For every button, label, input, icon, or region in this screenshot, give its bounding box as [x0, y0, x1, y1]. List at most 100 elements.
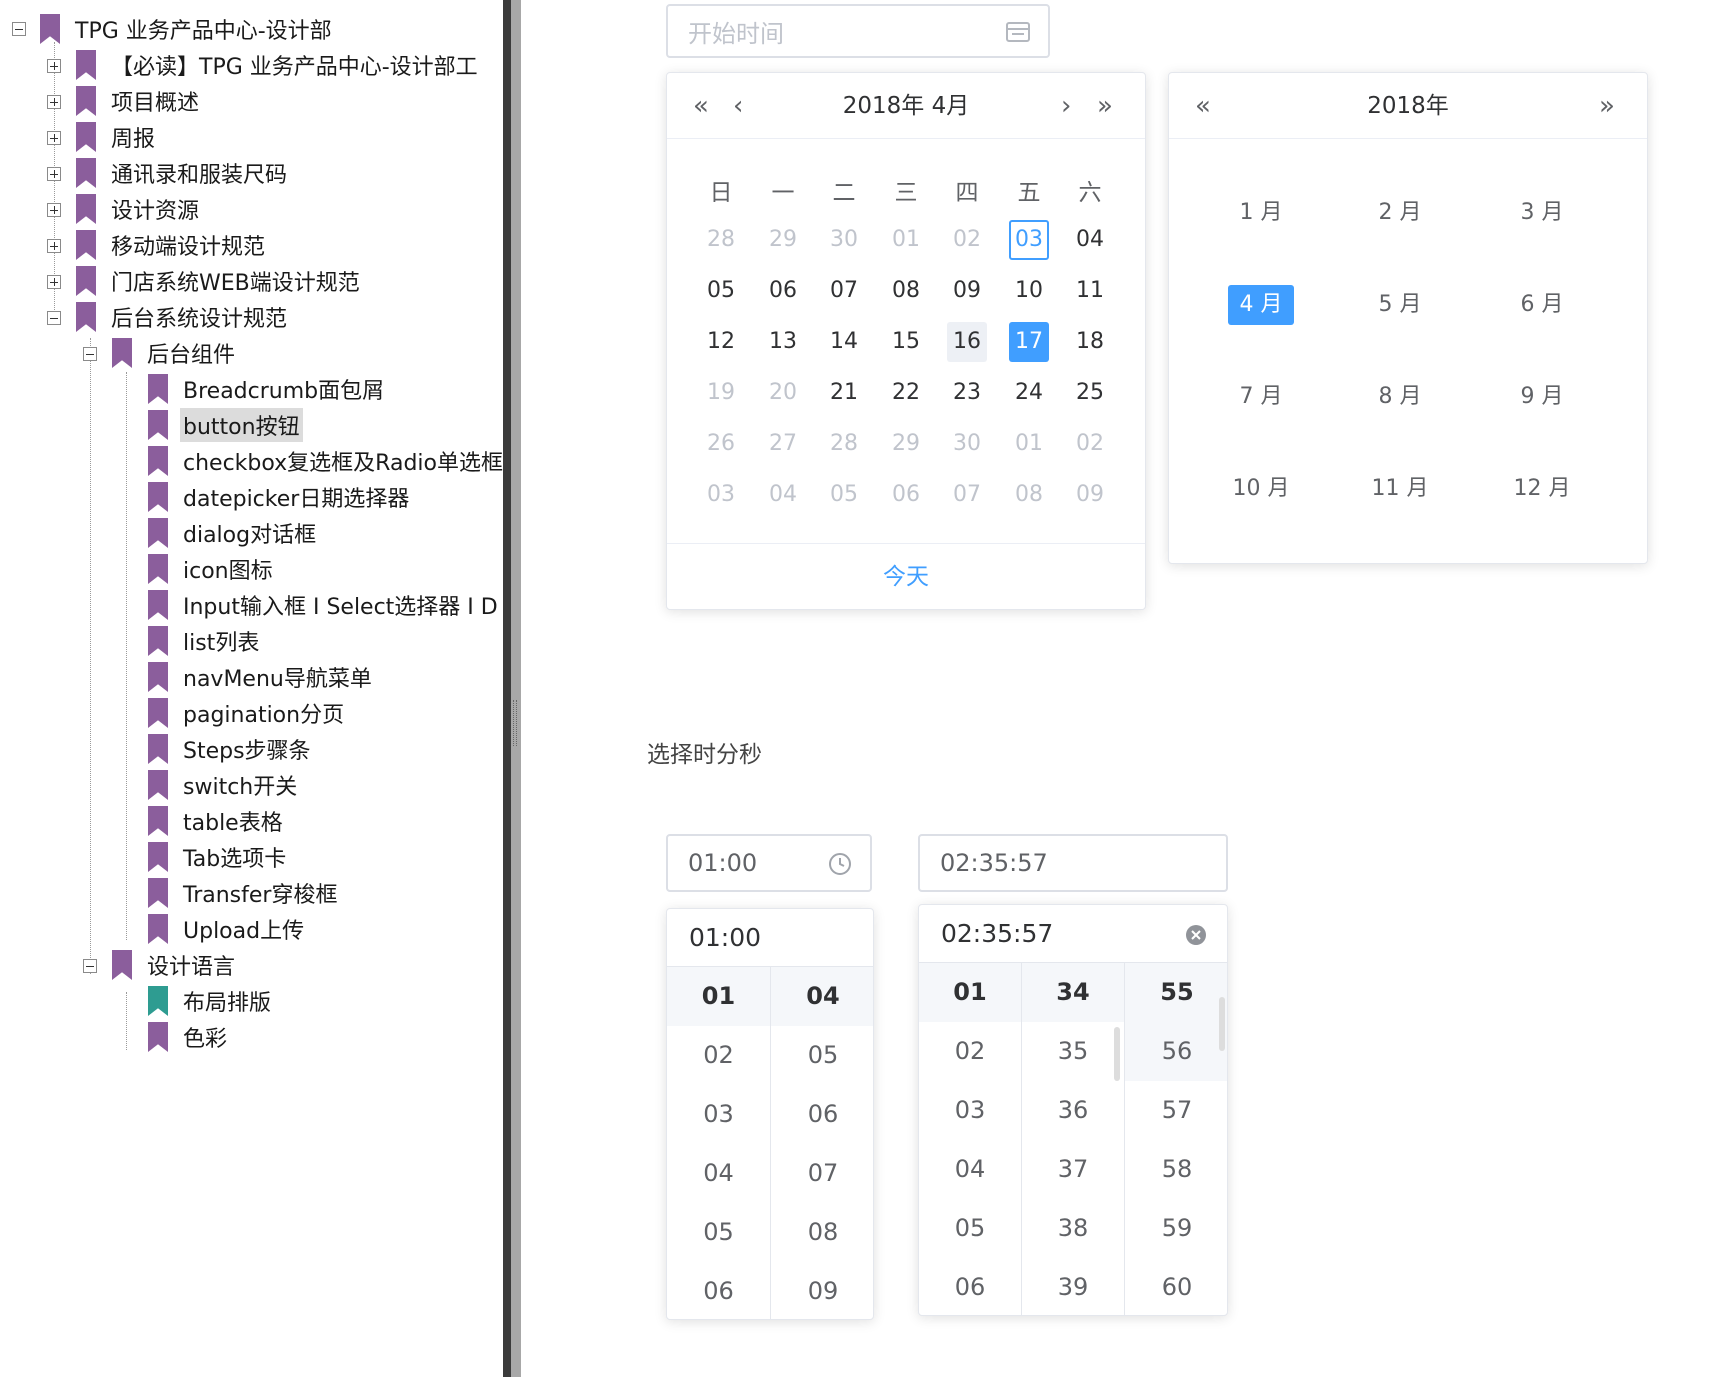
calendar-day[interactable]: 19: [701, 373, 741, 413]
tree-leaf[interactable]: Breadcrumb面包屑: [148, 372, 387, 406]
calendar-day[interactable]: 27: [763, 424, 803, 464]
calendar-day[interactable]: 25: [1070, 373, 1110, 413]
hour-option[interactable]: 05: [919, 1199, 1021, 1258]
hour-option[interactable]: 06: [919, 1258, 1021, 1315]
minute-option[interactable]: 37: [1022, 1140, 1124, 1199]
tree-leaf[interactable]: datepicker日期选择器: [148, 480, 412, 514]
calendar-day[interactable]: 29: [763, 220, 803, 260]
tree-node[interactable]: 周报: [76, 120, 158, 154]
tree-node-group[interactable]: 后台组件: [112, 336, 238, 370]
hour-option-selected[interactable]: 01: [919, 963, 1021, 1022]
calendar-day[interactable]: 12: [701, 322, 741, 362]
minute-option[interactable]: 09: [771, 1262, 873, 1319]
hour-option[interactable]: 06: [667, 1262, 770, 1319]
month-cell[interactable]: 9 月: [1509, 377, 1575, 417]
second-option-selected[interactable]: 55: [1125, 963, 1227, 1022]
hour-option-selected[interactable]: 01: [667, 967, 770, 1026]
next-year-icon[interactable]: »: [1599, 91, 1615, 121]
month-cell[interactable]: 10 月: [1228, 469, 1294, 509]
hour-option[interactable]: 04: [667, 1144, 770, 1203]
tree-leaf-selected[interactable]: button按钮: [148, 408, 303, 442]
tree-node[interactable]: 通讯录和服装尺码: [76, 156, 290, 190]
tree-leaf[interactable]: Input输入框 I Select选择器 I D: [148, 588, 501, 622]
month-cell[interactable]: 6 月: [1509, 285, 1575, 325]
collapse-toggle[interactable]: [83, 959, 97, 973]
minute-option-selected[interactable]: 04: [771, 967, 873, 1026]
expand-toggle[interactable]: [47, 95, 61, 109]
calendar-day[interactable]: 04: [1070, 220, 1110, 260]
minute-option[interactable]: 39: [1022, 1258, 1124, 1315]
tree-node[interactable]: 设计资源: [76, 192, 202, 226]
calendar-day[interactable]: 09: [1070, 475, 1110, 515]
today-button[interactable]: 今天: [667, 543, 1145, 609]
pane-splitter[interactable]: [503, 0, 511, 1377]
calendar-day[interactable]: 11: [1070, 271, 1110, 311]
calendar-day[interactable]: 28: [824, 424, 864, 464]
tree-node[interactable]: 移动端设计规范: [76, 228, 268, 262]
tree-leaf[interactable]: icon图标: [148, 552, 276, 586]
minute-option[interactable]: 07: [771, 1144, 873, 1203]
calendar-day[interactable]: 29: [886, 424, 926, 464]
calendar-day[interactable]: 20: [763, 373, 803, 413]
second-option[interactable]: 57: [1125, 1081, 1227, 1140]
tree-leaf[interactable]: switch开关: [148, 768, 300, 802]
minute-option[interactable]: 35: [1022, 1022, 1124, 1081]
collapse-toggle[interactable]: [12, 22, 26, 36]
calendar-day[interactable]: 03: [701, 475, 741, 515]
calendar-day[interactable]: 06: [886, 475, 926, 515]
tree-node[interactable]: 后台系统设计规范: [76, 300, 290, 334]
tree-leaf[interactable]: Tab选项卡: [148, 840, 289, 874]
month-cell[interactable]: 5 月: [1367, 285, 1433, 325]
calendar-day[interactable]: 14: [824, 322, 864, 362]
calendar-day[interactable]: 01: [886, 220, 926, 260]
calendar-day[interactable]: 21: [824, 373, 864, 413]
calendar-day-hovered[interactable]: 16: [947, 322, 987, 362]
hour-option[interactable]: 04: [919, 1140, 1021, 1199]
time-input-hms[interactable]: 02:35:57: [918, 834, 1228, 892]
pane-splitter-track[interactable]: [511, 0, 521, 1377]
calendar-day[interactable]: 07: [824, 271, 864, 311]
tree-node[interactable]: 项目概述: [76, 84, 202, 118]
minute-option[interactable]: 06: [771, 1085, 873, 1144]
minute-option[interactable]: 38: [1022, 1199, 1124, 1258]
calendar-day[interactable]: 02: [1070, 424, 1110, 464]
month-cell-selected[interactable]: 4 月: [1228, 285, 1294, 325]
calendar-day[interactable]: 30: [947, 424, 987, 464]
calendar-day[interactable]: 18: [1070, 322, 1110, 362]
calendar-day-today[interactable]: 03: [1009, 220, 1049, 260]
splitter-grip-icon[interactable]: [513, 700, 517, 746]
calendar-day-selected[interactable]: 17: [1009, 322, 1049, 362]
hour-column[interactable]: 01 02 03 04 05 06: [667, 967, 771, 1319]
calendar-day[interactable]: 28: [701, 220, 741, 260]
calendar-day[interactable]: 05: [701, 271, 741, 311]
minute-option[interactable]: 05: [771, 1026, 873, 1085]
tree-node[interactable]: 【必读】TPG 业务产品中心-设计部工: [76, 48, 481, 82]
second-column[interactable]: 55 56 57 58 59 60: [1125, 963, 1227, 1315]
tree-leaf[interactable]: list列表: [148, 624, 262, 658]
calendar-day[interactable]: 01: [1009, 424, 1049, 464]
tree-leaf[interactable]: table表格: [148, 804, 286, 838]
calendar-day[interactable]: 26: [701, 424, 741, 464]
next-year-icon[interactable]: »: [1097, 91, 1113, 121]
second-option-hovered[interactable]: 56: [1125, 1022, 1227, 1081]
tree-node[interactable]: 门店系统WEB端设计规范: [76, 264, 363, 298]
minute-option[interactable]: 08: [771, 1203, 873, 1262]
expand-toggle[interactable]: [47, 275, 61, 289]
time-input-hm[interactable]: 01:00: [666, 834, 872, 892]
calendar-day[interactable]: 23: [947, 373, 987, 413]
collapse-toggle[interactable]: [83, 347, 97, 361]
expand-toggle[interactable]: [47, 131, 61, 145]
tree-leaf[interactable]: checkbox复选框及Radio单选框: [148, 444, 503, 478]
next-month-icon[interactable]: ›: [1061, 91, 1071, 121]
month-cell[interactable]: 3 月: [1509, 193, 1575, 233]
month-cell[interactable]: 8 月: [1367, 377, 1433, 417]
calendar-day[interactable]: 10: [1009, 271, 1049, 311]
expand-toggle[interactable]: [47, 59, 61, 73]
clear-icon[interactable]: [1185, 924, 1207, 946]
start-date-input[interactable]: 开始时间: [666, 4, 1050, 58]
calendar-day[interactable]: 09: [947, 271, 987, 311]
calendar-day[interactable]: 05: [824, 475, 864, 515]
tree-leaf[interactable]: Steps步骤条: [148, 732, 314, 766]
calendar-day[interactable]: 30: [824, 220, 864, 260]
calendar-day[interactable]: 08: [1009, 475, 1049, 515]
